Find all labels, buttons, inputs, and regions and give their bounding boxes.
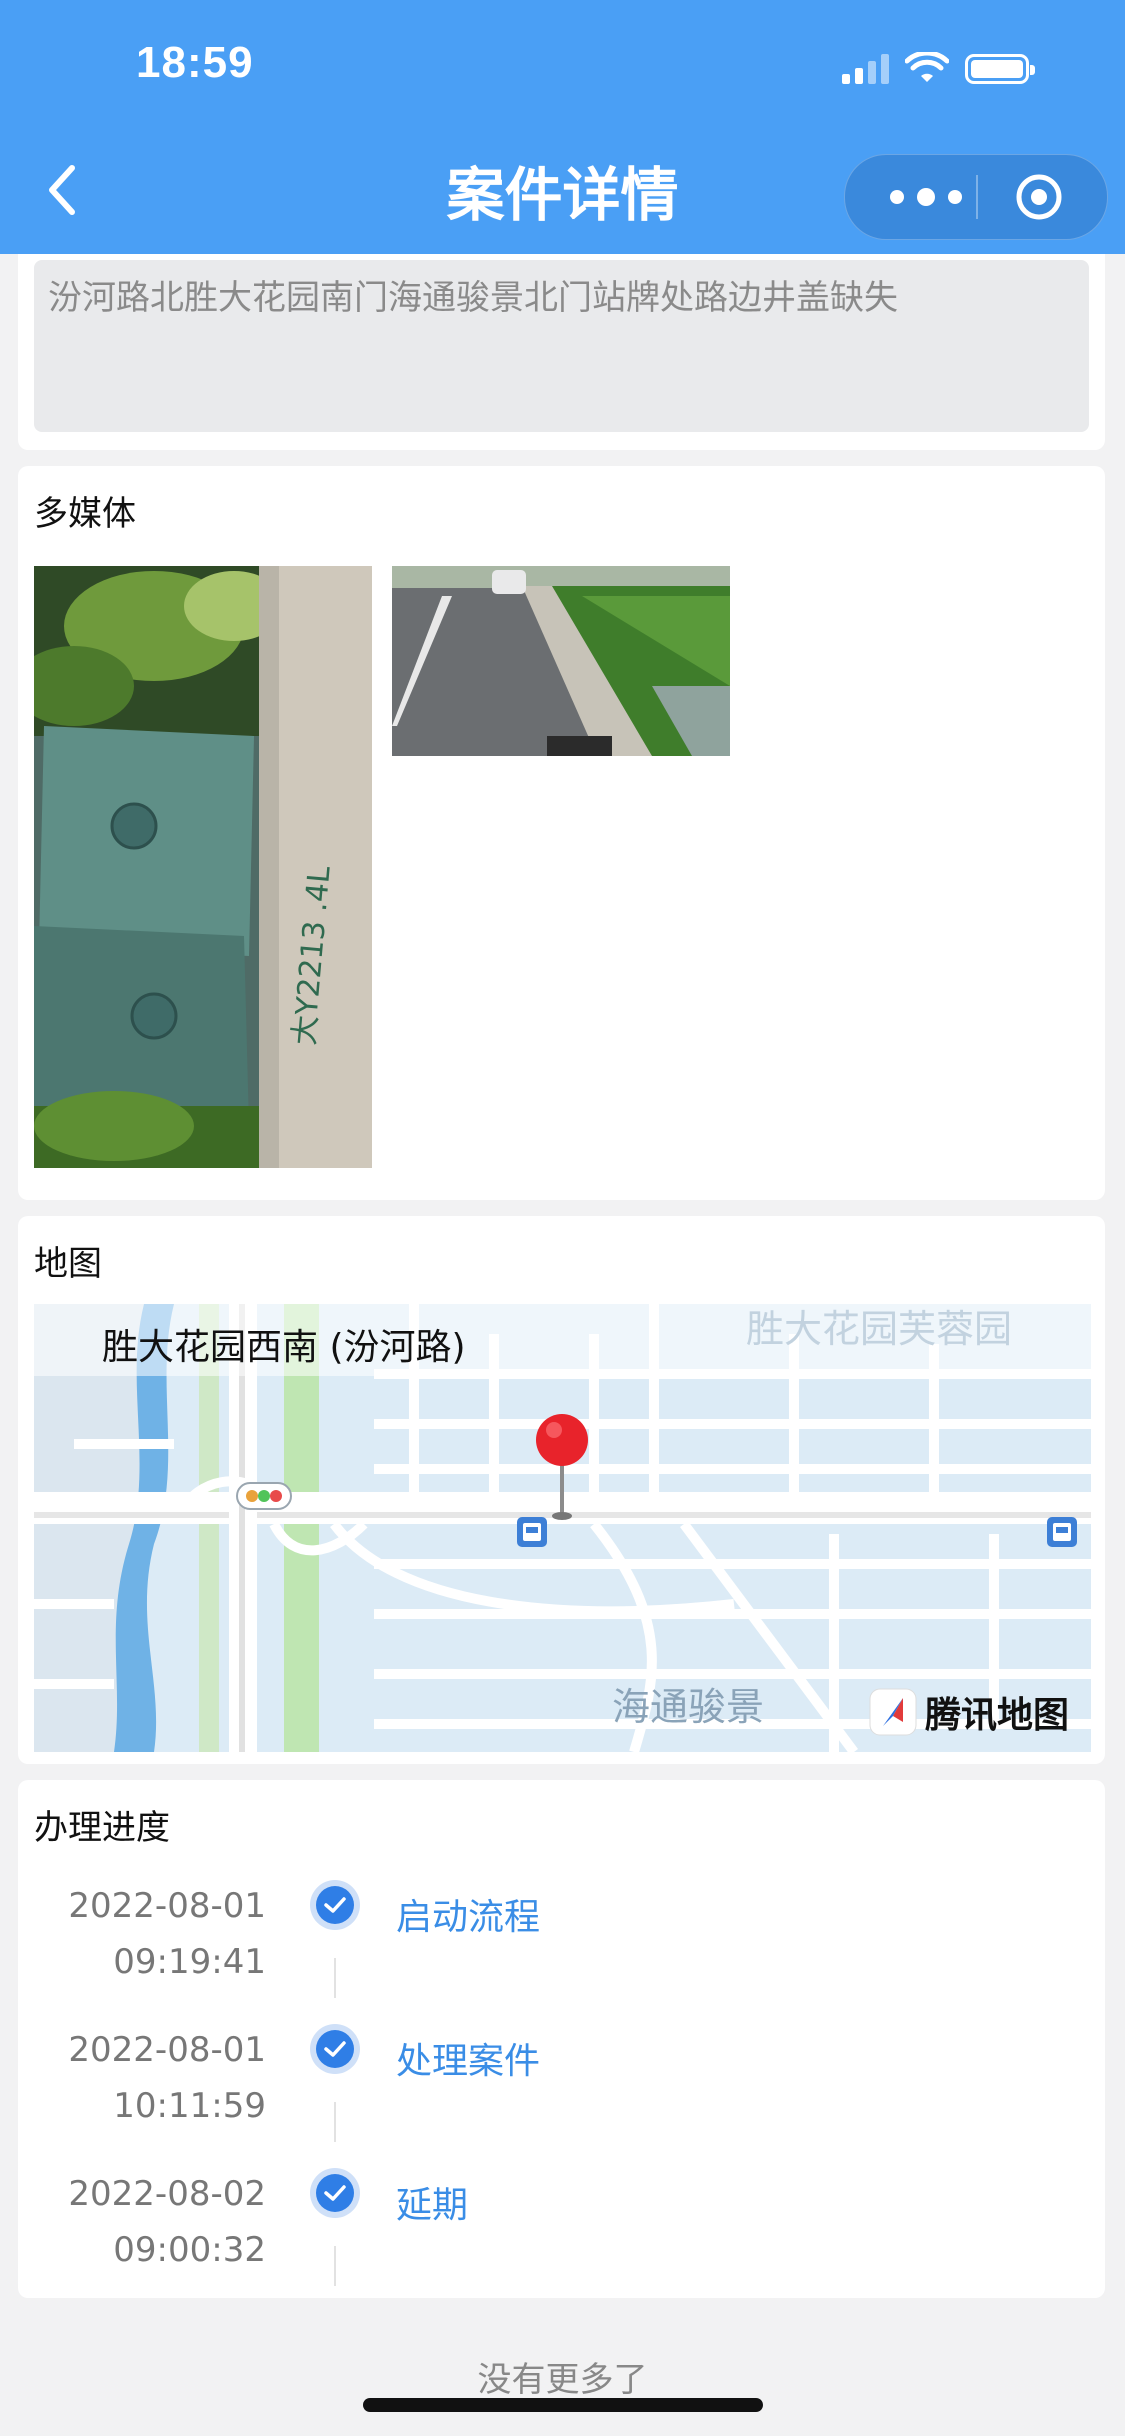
wifi-icon <box>905 52 949 82</box>
timeline-connector <box>334 2246 336 2286</box>
timeline-time: 09:19:41 <box>113 1942 266 1982</box>
bus-stop-icon <box>1047 1517 1077 1547</box>
header-bar: 18:59 案件详情 <box>0 0 1125 254</box>
check-icon <box>310 2024 360 2074</box>
check-icon <box>310 2168 360 2218</box>
mini-program-capsule <box>844 154 1108 240</box>
status-icons <box>842 48 1035 90</box>
map-place-top: 胜大花园芙蓉园 <box>746 1307 1013 1351</box>
photo-manhole-cover[interactable]: 大Y2213 .4L <box>34 566 372 1168</box>
map-provider-text: 腾讯地图 <box>924 1695 1069 1736</box>
progress-card: 办理进度 2022-08-01 09:19:41 启动流程 2022-08-01… <box>18 1780 1105 2298</box>
home-indicator <box>363 2398 763 2412</box>
map-view[interactable]: 胜大花园西南 (汾河路) 胜大花园芙蓉园 海通骏景 腾讯地图 <box>34 1304 1091 1752</box>
map-title: 地图 <box>34 1244 102 1284</box>
photo-roadside[interactable] <box>392 566 730 756</box>
map-location-label: 胜大花园西南 (汾河路) <box>102 1327 466 1368</box>
progress-title: 办理进度 <box>34 1808 170 1848</box>
media-card: 多媒体 大Y2213 .4L <box>18 466 1105 1200</box>
description-text: 汾河路北胜大花园南门海通骏景北门站牌处路边井盖缺失 <box>48 278 898 318</box>
timeline-step-label[interactable]: 延期 <box>396 2176 468 2228</box>
timeline-date: 2022-08-01 <box>68 1886 266 1926</box>
more-icon[interactable] <box>885 185 967 209</box>
map-card: 地图 胜大花园西南 (汾河路) 胜大花园芙蓉园 海通骏景 腾讯地图 <box>18 1216 1105 1764</box>
timeline-time: 09:00:32 <box>113 2230 266 2270</box>
timeline-step-label[interactable]: 启动流程 <box>396 1888 540 1940</box>
timeline-step-label[interactable]: 处理案件 <box>396 2032 540 2084</box>
close-target-icon[interactable] <box>1015 173 1063 221</box>
map-provider-logo: 腾讯地图 <box>869 1686 1069 1738</box>
timeline-date: 2022-08-02 <box>68 2174 266 2214</box>
no-more-text: 没有更多了 <box>477 2360 648 2400</box>
timeline-time: 10:11:59 <box>113 2086 266 2126</box>
timeline-connector <box>334 2102 336 2142</box>
timeline-connector <box>334 1958 336 1998</box>
timeline-date: 2022-08-01 <box>68 2030 266 2070</box>
traffic-light-icon <box>236 1482 292 1510</box>
check-icon <box>310 1880 360 1930</box>
battery-icon <box>965 54 1035 84</box>
status-time: 18:59 <box>136 38 254 87</box>
map-place-bottom: 海通骏景 <box>612 1685 765 1729</box>
tencent-map-icon <box>869 1688 917 1736</box>
location-pin-icon <box>536 1414 588 1520</box>
capsule-divider <box>976 175 978 219</box>
media-title: 多媒体 <box>34 494 136 534</box>
signal-icon <box>842 54 889 84</box>
